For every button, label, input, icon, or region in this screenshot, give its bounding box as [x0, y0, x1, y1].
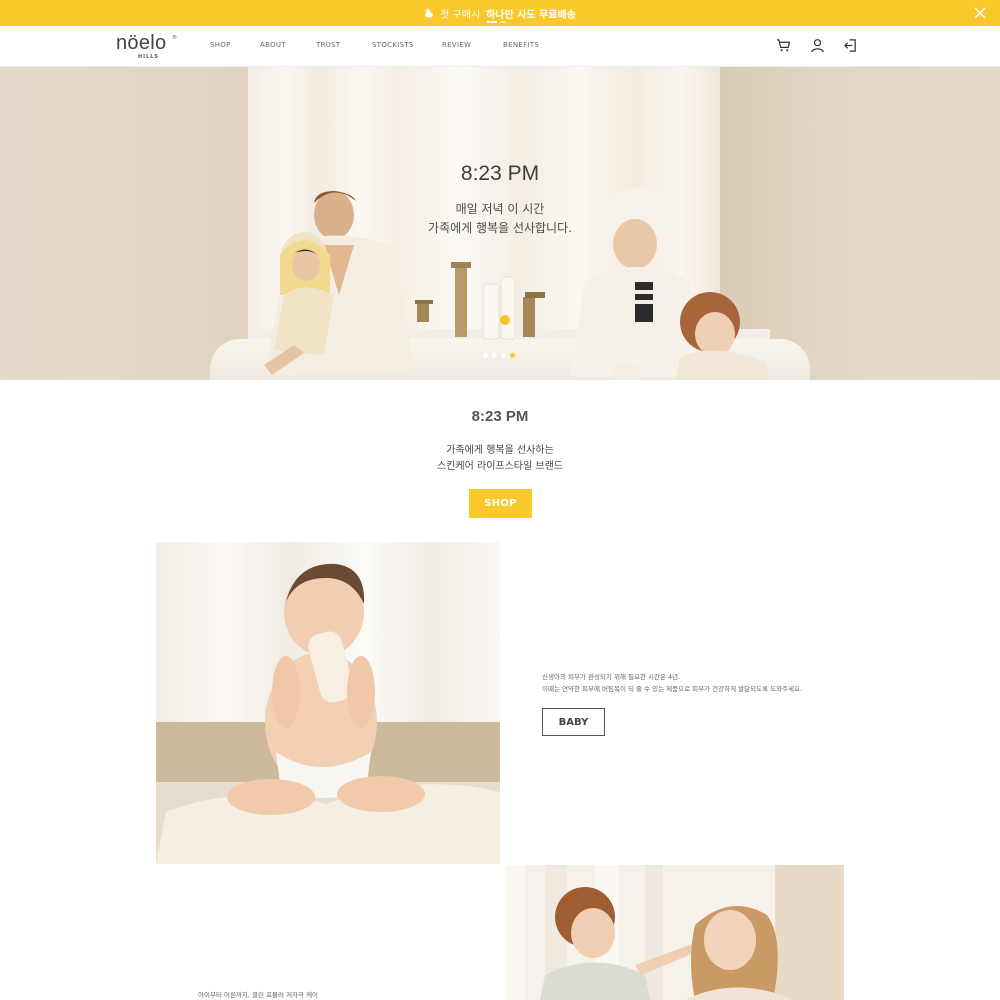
intro-line-1: 가족에게 행복을 선사하는	[446, 445, 554, 456]
hero-headline-2: 가족에게 행복을 선사합니다.	[428, 221, 572, 235]
main-nav: SHOP ABOUT TRUST STOCKISTS REVIEW BENEFI…	[210, 41, 563, 49]
nav-shop[interactable]: SHOP	[210, 41, 260, 49]
nav-stockists[interactable]: STOCKISTS	[372, 41, 442, 49]
nav-review[interactable]: REVIEW	[442, 41, 503, 49]
shop-button[interactable]: SHOP	[469, 489, 532, 518]
duck-icon	[425, 8, 434, 18]
hero-product-bottles	[415, 262, 545, 340]
kids-photo	[505, 865, 844, 1000]
user-icon[interactable]	[810, 38, 825, 53]
promo-text: 첫 구매시	[440, 9, 481, 21]
promo-message: 첫 구매시 하나만 사도 무료배송	[424, 6, 576, 21]
hero-dot-2[interactable]	[492, 353, 497, 358]
promo-indicator	[487, 21, 506, 23]
nav-trust[interactable]: TRUST	[316, 41, 372, 49]
nav-about[interactable]: ABOUT	[260, 41, 316, 49]
baby-photo	[156, 542, 500, 864]
hero-dot-3[interactable]	[501, 353, 506, 358]
intro-line-2: 스킨케어 라이프스타일 브랜드	[437, 461, 563, 472]
close-icon[interactable]	[974, 7, 986, 19]
logout-icon[interactable]	[843, 38, 858, 53]
hero-banner[interactable]: 8:23 PM 매일 저녁 이 시간 가족에게 행복을 선사합니다.	[0, 67, 1000, 380]
kids-description-1: 아이부터 어른까지, 클린 포뮬러 저자극 케어	[198, 991, 319, 999]
hero-pagination	[483, 353, 515, 358]
hero-time: 8:23 PM	[460, 162, 540, 185]
baby-description-1: 신생아의 피부가 완성되기 위해 필요한 시간은 4년.	[542, 673, 681, 681]
hero-dot-1[interactable]	[483, 353, 488, 358]
intro-time: 8:23 PM	[471, 408, 529, 425]
hero-dot-4[interactable]	[510, 353, 515, 358]
cart-icon[interactable]	[776, 38, 791, 53]
site-header: nöelo ® HILLS SHOP ABOUT TRUST STOCKISTS…	[0, 26, 1000, 67]
logo-subtext: HILLS	[138, 54, 160, 60]
promo-bar[interactable]: 첫 구매시 하나만 사도 무료배송	[0, 0, 1000, 26]
hero-headline-1: 매일 저녁 이 시간	[455, 202, 545, 216]
nav-benefits[interactable]: BENEFITS	[503, 41, 563, 49]
baby-description-2: 이때는 연약한 피부에 버팀목이 되 줄 수 있는 제품으로 피부가 건강하게 …	[542, 685, 803, 693]
baby-button[interactable]: BABY	[542, 708, 605, 736]
page: 첫 구매시 하나만 사도 무료배송 nöelo ® HILLS SHOP ABO…	[0, 0, 1000, 1000]
registered-mark: ®	[172, 35, 177, 41]
logo-text: nöelo	[116, 32, 167, 54]
promo-highlight: 하나만 사도 무료배송	[486, 9, 576, 21]
brand-logo[interactable]: nöelo ® HILLS	[116, 33, 178, 61]
